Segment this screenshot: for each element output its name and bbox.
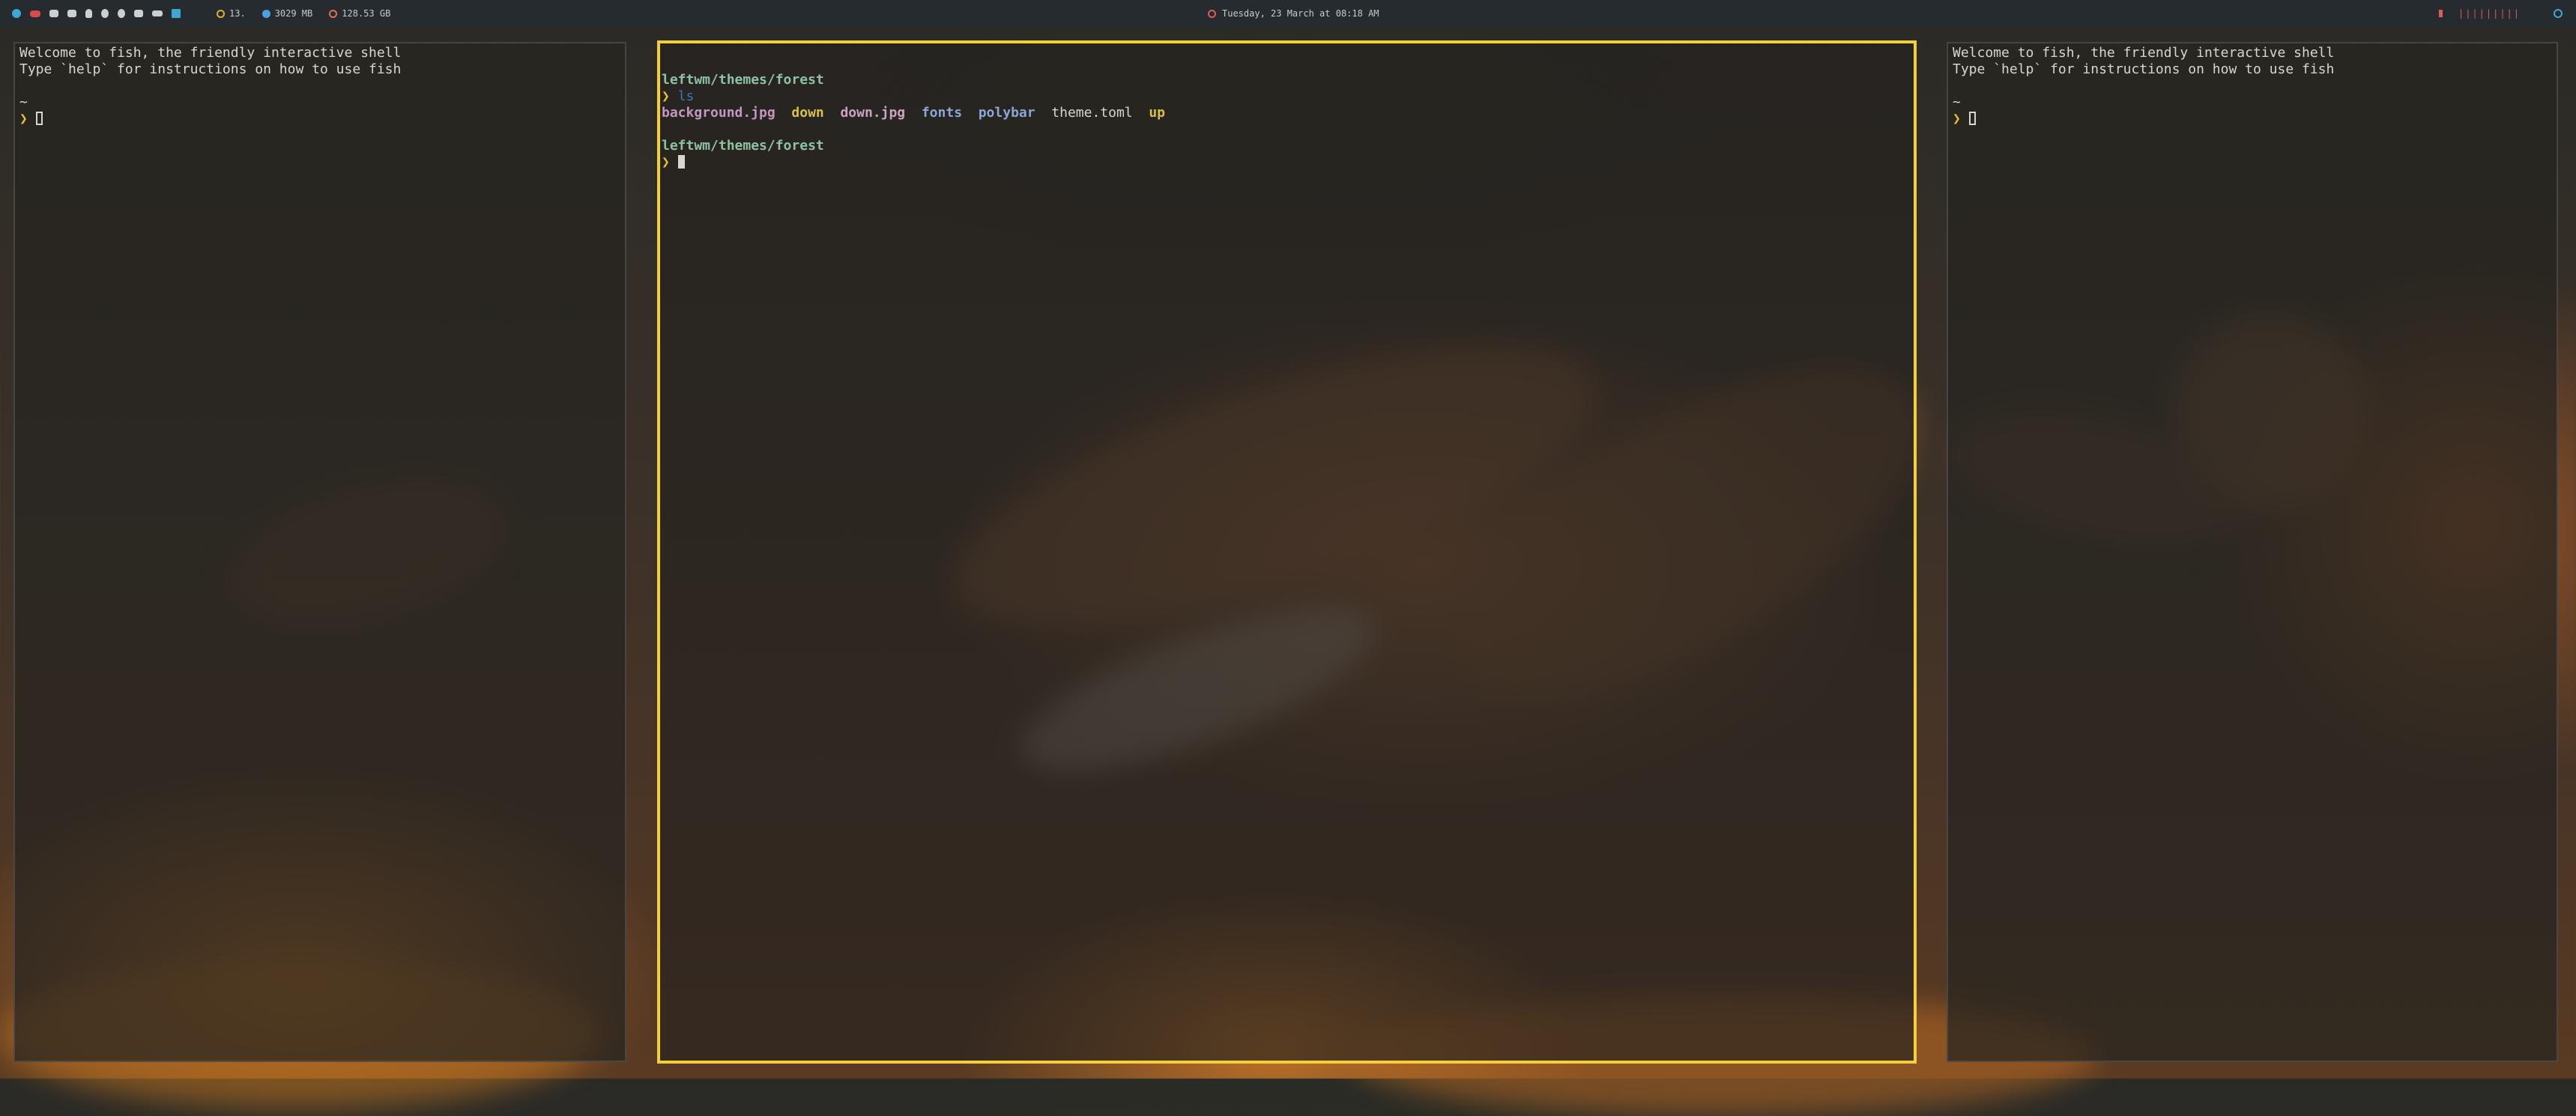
- top-bar: 13. 3029 MB 128.53 GB Tuesday, 23 March …: [0, 0, 2576, 27]
- file-entry: background.jpg: [662, 105, 775, 121]
- bed-icon[interactable]: [152, 10, 163, 16]
- editor-icon[interactable]: [134, 10, 143, 17]
- terminal-right[interactable]: Welcome to fish, the friendly interactiv…: [1947, 42, 2558, 1062]
- game-icon[interactable]: [30, 10, 40, 17]
- prompt-line[interactable]: ❯: [1953, 111, 2557, 127]
- file-entry: theme.toml: [1051, 105, 1133, 121]
- tray: |||||||||: [2438, 0, 2563, 27]
- terminal-center[interactable]: leftwm/themes/forest ❯ ls background.jpg…: [657, 40, 1917, 1064]
- disk-usage: 128.53 GB: [329, 8, 390, 19]
- welcome-line-2: Type `help` for instructions on how to u…: [1953, 61, 2335, 77]
- dir-entry: fonts: [921, 105, 963, 121]
- terminal-left[interactable]: Welcome to fish, the friendly interactiv…: [13, 42, 626, 1062]
- file-entry: down.jpg: [840, 105, 906, 121]
- clock[interactable]: Tuesday, 23 March at 08:18 AM: [1208, 0, 1379, 27]
- cursor: [677, 155, 685, 169]
- command: ls: [677, 88, 695, 104]
- apple-icon[interactable]: [101, 9, 109, 18]
- cursor: [1968, 112, 1976, 125]
- volume-level[interactable]: |||||||||: [2458, 8, 2521, 19]
- volume-icon[interactable]: [2438, 10, 2448, 17]
- cwd-2: leftwm/themes/forest: [662, 138, 824, 154]
- cwd: leftwm/themes/forest: [662, 72, 824, 88]
- dir-entry: polybar: [978, 105, 1035, 121]
- settings-icon[interactable]: [12, 9, 21, 18]
- temperature-icon: [217, 9, 225, 18]
- clock-icon: [1208, 9, 1216, 18]
- prompt-line[interactable]: ❯: [662, 154, 1914, 171]
- terminal-icon[interactable]: [49, 10, 58, 17]
- prompt-line[interactable]: ❯: [19, 111, 625, 127]
- prompt-symbol: ❯: [662, 88, 670, 104]
- file-entry: up: [1149, 105, 1166, 121]
- prompt-symbol: ❯: [19, 111, 28, 127]
- linux-icon[interactable]: [85, 9, 92, 18]
- cwd: ~: [19, 94, 28, 110]
- files-icon[interactable]: [67, 10, 76, 17]
- welcome-line-1: Welcome to fish, the friendly interactiv…: [1953, 45, 2335, 61]
- cpu-temp: 13.: [217, 8, 246, 19]
- workspace-indicators: 13. 3029 MB 128.53 GB: [0, 8, 390, 19]
- prompt-symbol: ❯: [662, 154, 670, 170]
- welcome-line-1: Welcome to fish, the friendly interactiv…: [19, 45, 402, 61]
- windows-icon[interactable]: [172, 9, 181, 18]
- cwd: ~: [1953, 94, 1961, 110]
- memory-icon: [261, 9, 270, 18]
- memory-usage: 3029 MB: [261, 8, 312, 19]
- welcome-line-2: Type `help` for instructions on how to u…: [19, 61, 402, 77]
- file-entry: down: [791, 105, 824, 121]
- cursor: [35, 112, 43, 125]
- power-icon[interactable]: [2554, 9, 2563, 18]
- ls-output: background.jpg down down.jpg fonts polyb…: [662, 105, 1914, 121]
- command-line: ❯ ls: [662, 88, 1914, 105]
- disk-icon: [329, 9, 338, 18]
- prompt-symbol: ❯: [1953, 111, 1961, 127]
- apple-icon-2[interactable]: [118, 9, 125, 18]
